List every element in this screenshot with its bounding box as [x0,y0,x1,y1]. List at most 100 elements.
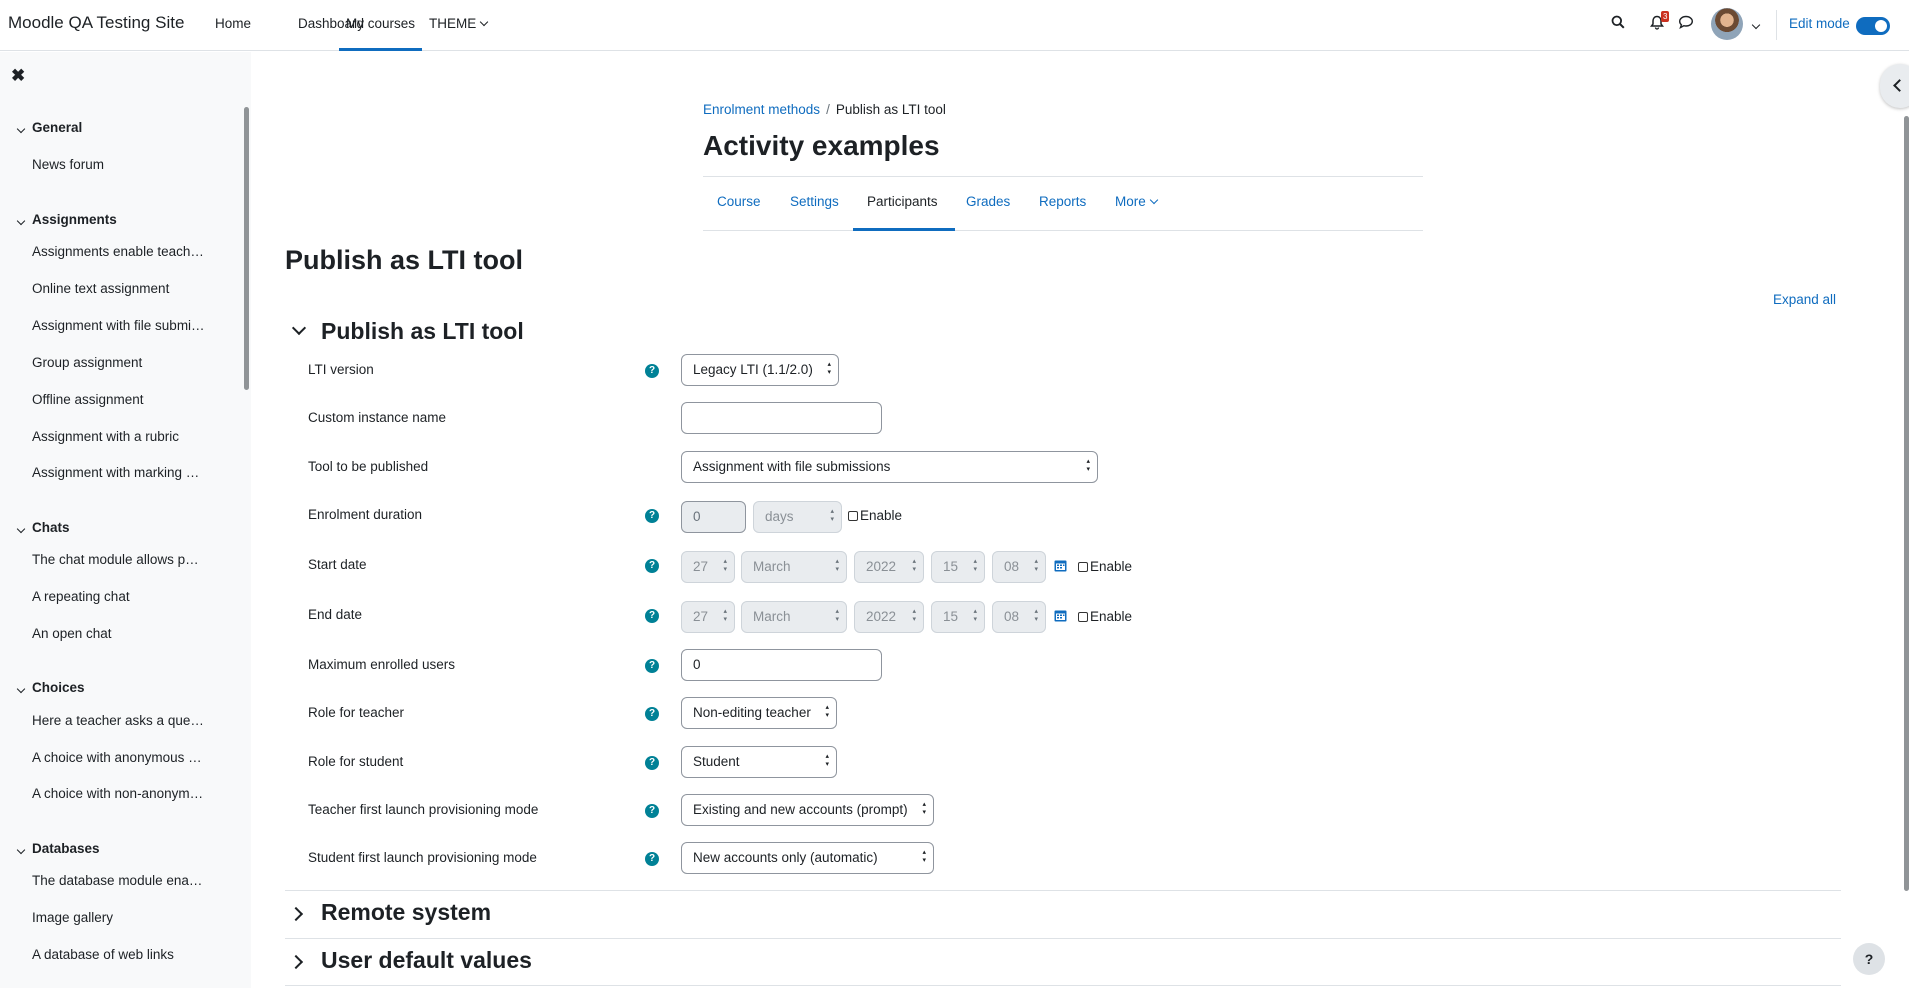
fieldset-divider [285,938,1841,939]
help-icon[interactable]: ? [645,659,659,673]
chevron-right-icon[interactable] [288,954,304,970]
end-date-label: End date [308,607,363,622]
course-index-item[interactable]: Group assignment [32,355,208,370]
end-hour-select[interactable]: 15 [931,601,985,633]
help-icon[interactable]: ? [645,364,659,378]
course-index-item[interactable]: An open chat [32,626,208,641]
course-index-item[interactable]: Assignment with file submi… [32,318,208,333]
chevron-down-icon[interactable] [13,522,26,538]
fieldset-publish-heading[interactable]: Publish as LTI tool [321,318,524,345]
tab-course[interactable]: Course [717,194,761,209]
custom-instance-name-input[interactable] [681,402,882,434]
start-month-select[interactable]: March [741,551,847,583]
course-index-item[interactable]: Offline assignment [32,392,208,407]
course-index-item[interactable]: A choice with anonymous … [32,750,208,765]
chevron-down-icon[interactable] [13,214,26,230]
calendar-icon[interactable] [1054,609,1067,622]
start-minute-select[interactable]: 08 [992,551,1046,583]
course-index-item[interactable]: A database of web links [32,947,208,962]
calendar-icon[interactable] [1054,559,1067,572]
tab-participants[interactable]: Participants [867,194,938,209]
search-icon[interactable] [1611,15,1625,32]
drawer-scrollbar[interactable] [244,107,249,390]
end-year-select[interactable]: 2022 [854,601,924,633]
end-minute-select[interactable]: 08 [992,601,1046,633]
help-icon[interactable]: ? [645,509,659,523]
nav-theme-menu[interactable]: THEME [429,16,489,31]
site-brand[interactable]: Moodle QA Testing Site [8,13,184,33]
checkbox[interactable] [1078,562,1088,572]
help-icon[interactable]: ? [645,609,659,623]
enrolment-duration-input[interactable]: 0 [681,501,746,533]
message-icon[interactable] [1678,15,1694,32]
chevron-right-icon[interactable] [288,906,304,922]
course-index-item[interactable]: Online text assignment [32,281,208,296]
tool-to-publish-select[interactable]: Assignment with file submissions [681,451,1098,483]
section-choices[interactable]: Choices [32,680,85,695]
lti-version-select[interactable]: Legacy LTI (1.1/2.0) [681,354,839,386]
course-index-item[interactable]: A choice with non-anonym… [32,786,208,801]
end-month-select[interactable]: March [741,601,847,633]
user-menu-chevron-icon[interactable] [1748,18,1761,34]
start-day-select[interactable]: 27 [681,551,735,583]
help-icon[interactable]: ? [645,852,659,866]
course-index-item[interactable]: Assignment with a rubric [32,429,208,444]
nav-home[interactable]: Home [215,16,251,31]
help-icon[interactable]: ? [645,756,659,770]
nav-my-courses[interactable]: My courses [346,16,415,31]
course-index-item[interactable]: News forum [32,157,208,172]
fieldset-remote-system-heading[interactable]: Remote system [321,899,491,926]
breadcrumb-current: Publish as LTI tool [835,102,946,117]
course-index-item[interactable]: Image gallery [32,910,208,925]
section-chats[interactable]: Chats [32,520,70,535]
student-provisioning-select[interactable]: New accounts only (automatic) [681,842,934,874]
section-assignments[interactable]: Assignments [32,212,117,227]
end-day-select[interactable]: 27 [681,601,735,633]
enrolment-duration-unit-select[interactable]: days [753,501,842,533]
chevron-down-icon[interactable] [13,843,26,859]
user-avatar[interactable] [1711,8,1743,40]
course-index-item[interactable]: The chat module allows p… [32,552,208,567]
course-index-item[interactable]: A repeating chat [32,589,208,604]
fieldset-user-defaults-heading[interactable]: User default values [321,947,532,974]
chevron-down-icon[interactable] [13,122,26,138]
enrolment-duration-enable[interactable]: Enable [848,508,902,523]
open-block-drawer-button[interactable] [1880,64,1909,108]
chevron-down-icon[interactable] [13,682,26,698]
enable-label: Enable [1090,609,1133,624]
start-date-enable[interactable]: Enable [1078,559,1132,574]
start-year-select[interactable]: 2022 [854,551,924,583]
role-student-select[interactable]: Student [681,746,837,778]
page-scrollbar[interactable] [1904,116,1909,891]
section-general[interactable]: General [32,120,82,135]
edit-mode-toggle[interactable] [1856,17,1890,35]
max-enrolled-label: Maximum enrolled users [308,657,456,672]
tab-reports[interactable]: Reports [1039,194,1086,209]
course-index-item[interactable]: Here a teacher asks a que… [32,713,208,728]
teacher-provisioning-select[interactable]: Existing and new accounts (prompt) [681,794,934,826]
section-databases[interactable]: Databases [32,841,100,856]
expand-all-link[interactable]: Expand all [1773,292,1836,307]
help-icon[interactable]: ? [645,559,659,573]
role-teacher-select[interactable]: Non-editing teacher [681,697,837,729]
course-index-item[interactable]: The database module ena… [32,873,208,888]
checkbox[interactable] [1078,612,1088,622]
breadcrumb-enrolment-methods[interactable]: Enrolment methods [703,102,820,117]
tab-more[interactable]: More [1115,194,1159,209]
help-icon[interactable]: ? [645,804,659,818]
tab-grades[interactable]: Grades [966,194,1010,209]
start-hour-select[interactable]: 15 [931,551,985,583]
end-date-enable[interactable]: Enable [1078,609,1132,624]
chevron-down-icon[interactable] [291,320,307,336]
tab-active-indicator [853,228,955,231]
notification-badge: 3 [1661,11,1670,22]
tab-settings[interactable]: Settings [790,194,839,209]
max-enrolled-input[interactable]: 0 [681,649,882,681]
help-fab-button[interactable]: ? [1853,943,1885,975]
secondary-navigation: Course Settings Participants Grades Repo… [703,176,1423,231]
close-icon[interactable]: ✖ [11,66,25,86]
course-index-item[interactable]: Assignments enable teach… [32,244,208,259]
help-icon[interactable]: ? [645,707,659,721]
course-index-item[interactable]: Assignment with marking … [32,465,208,480]
checkbox[interactable] [848,511,858,521]
